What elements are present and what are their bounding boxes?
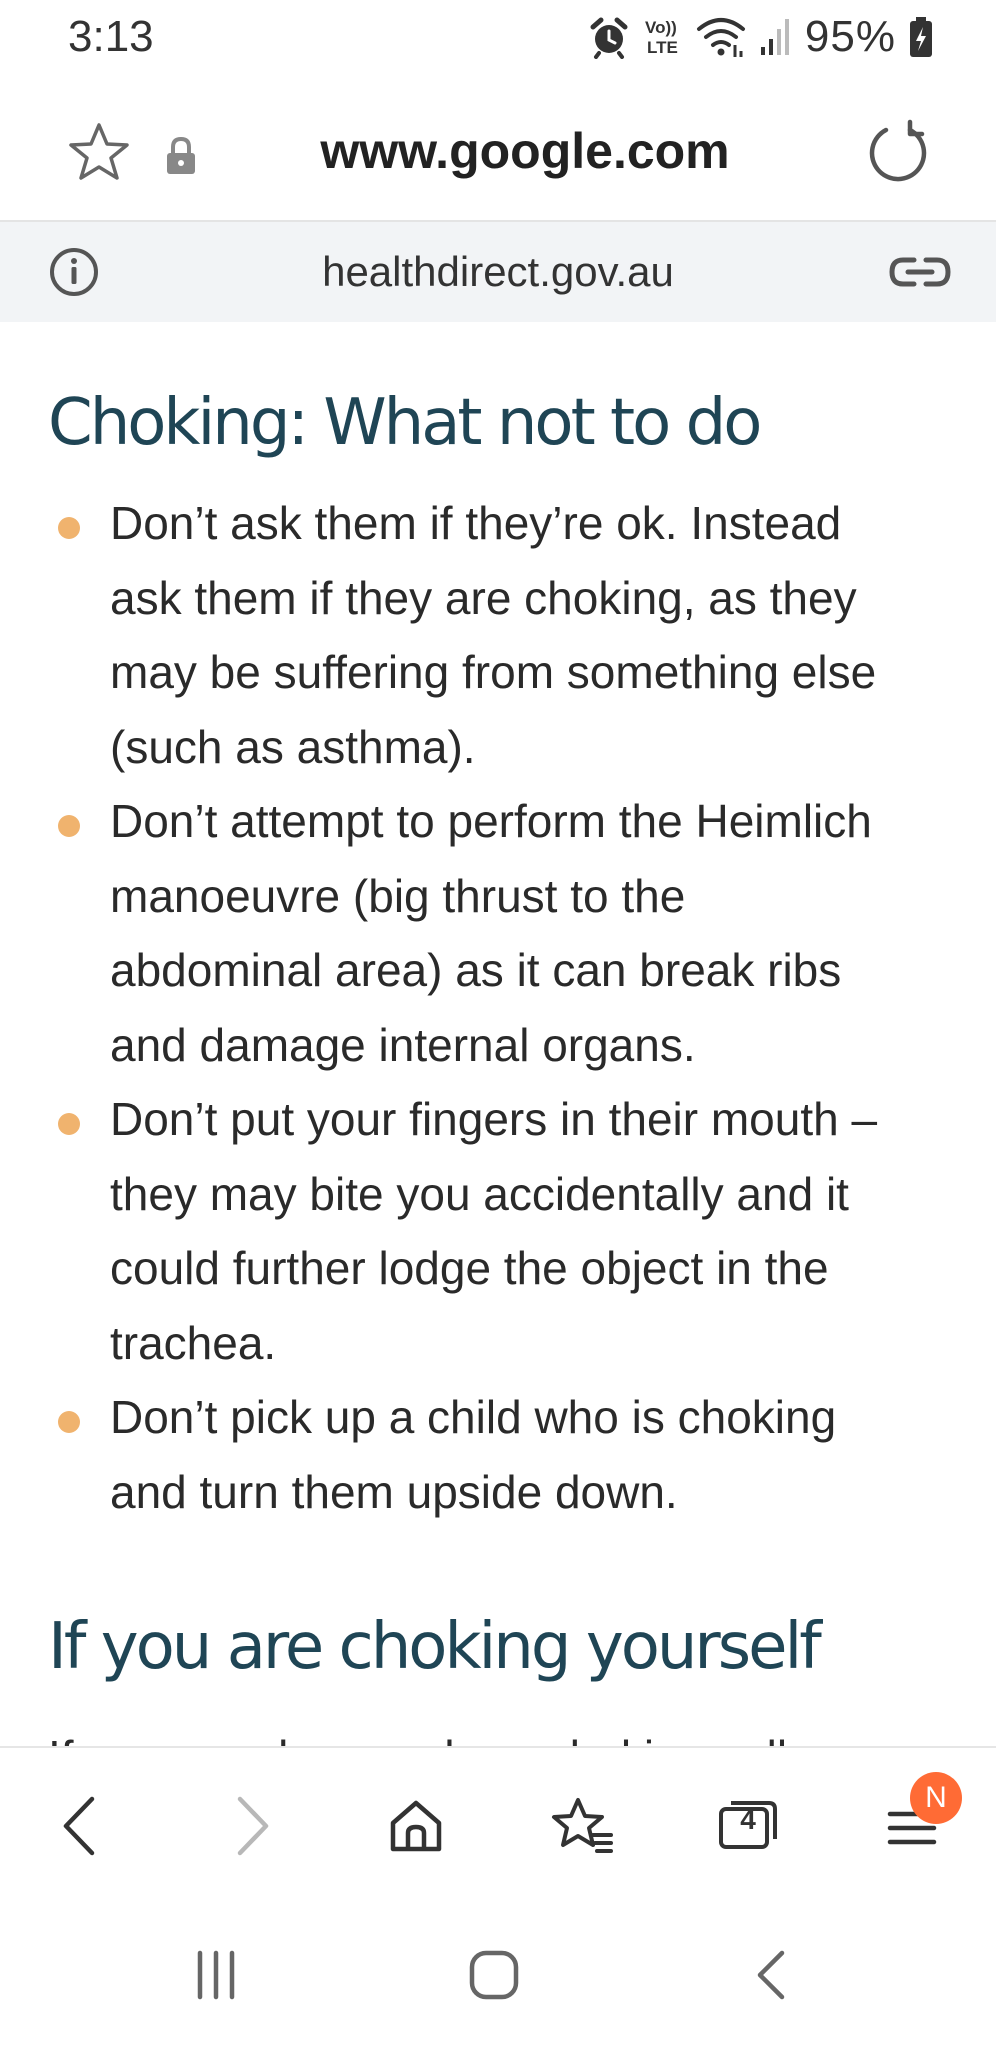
list-item: Don’t ask them if they’re ok. Instead as… xyxy=(0,486,996,784)
list-item-line: and turn them upside down. xyxy=(110,1465,678,1518)
list-item-line: and damage internal organs. xyxy=(110,1018,696,1071)
back-icon[interactable] xyxy=(38,1784,122,1868)
page-content: Choking: What not to do Don’t ask them i… xyxy=(0,322,996,1746)
bullet-list: Don’t ask them if they’re ok. Instead as… xyxy=(0,486,996,1529)
system-back-icon[interactable] xyxy=(732,1940,812,2010)
list-item: Don’t attempt to perform the Heimlich ma… xyxy=(0,784,996,1082)
list-item-line: trachea. xyxy=(110,1316,277,1369)
list-item-line: may be suffering from something else xyxy=(110,646,877,698)
site-domain: healthdirect.gov.au xyxy=(322,248,674,295)
home-icon[interactable] xyxy=(374,1784,458,1868)
bullet-dot xyxy=(58,517,80,539)
address-field[interactable]: www.google.com xyxy=(200,122,850,180)
tabs-count: 4 xyxy=(740,1804,756,1835)
site-info-bar: healthdirect.gov.au xyxy=(0,222,996,322)
volte-icon: Vo)) LTE xyxy=(643,15,683,59)
alarm-icon xyxy=(587,15,631,59)
bullet-dot xyxy=(58,1113,80,1135)
battery-charging-icon xyxy=(908,15,934,59)
list-item-line: they may bite you accidentally and it xyxy=(110,1167,849,1220)
bullet-dot xyxy=(58,815,80,837)
status-time: 3:13 xyxy=(68,12,154,61)
bookmarks-icon[interactable] xyxy=(540,1784,624,1868)
info-icon[interactable] xyxy=(48,246,100,298)
paragraph-text: If you are alone and are choking call xyxy=(48,1730,787,1746)
list-item: Don’t put your fingers in their mouth – … xyxy=(0,1082,996,1380)
section-heading: Choking: What not to do xyxy=(48,386,762,460)
star-icon[interactable] xyxy=(66,120,132,186)
wifi-icon xyxy=(695,15,747,59)
tabs-icon[interactable]: 4 xyxy=(706,1784,790,1868)
reload-icon[interactable] xyxy=(864,118,934,188)
list-item-line: manoeuvre (big thrust to the xyxy=(110,869,686,922)
system-nav-bar xyxy=(0,1896,996,2048)
section-heading-2: If you are choking yourself xyxy=(48,1610,822,1684)
status-icons: Vo)) LTE 95% xyxy=(587,12,934,62)
signal-icon xyxy=(759,15,793,59)
list-item-line: Don’t attempt to perform the Heimlich xyxy=(110,795,872,847)
svg-text:Vo)): Vo)) xyxy=(645,18,677,37)
list-item-line: ask them if they are choking, as they xyxy=(110,571,857,624)
list-item-line: Don’t put your fingers in their mouth – xyxy=(110,1093,878,1145)
forward-icon[interactable] xyxy=(210,1784,294,1868)
list-item: Don’t pick up a child who is choking and… xyxy=(0,1380,996,1529)
notification-badge: N xyxy=(910,1772,962,1824)
svg-text:LTE: LTE xyxy=(647,38,678,57)
list-item-line: abdominal area) as it can break ribs xyxy=(110,944,842,996)
screen: 3:13 Vo)) LTE 95% www.google.com healthd… xyxy=(0,0,996,2048)
status-bar: 3:13 Vo)) LTE 95% xyxy=(0,0,996,76)
browser-toolbar: 4 N xyxy=(0,1746,996,1898)
lock-icon xyxy=(164,136,198,176)
list-item-line: Don’t ask them if they’re ok. Instead xyxy=(110,497,842,549)
list-item-line: Don’t pick up a child who is choking xyxy=(110,1391,837,1443)
recents-icon[interactable] xyxy=(176,1940,256,2010)
url-bar: www.google.com xyxy=(0,100,996,222)
bullet-dot xyxy=(58,1411,80,1433)
list-item-line: (such as asthma). xyxy=(110,720,476,773)
battery-percent: 95% xyxy=(804,12,896,61)
link-icon[interactable] xyxy=(888,252,952,292)
menu-icon[interactable]: N xyxy=(870,1772,962,1868)
system-home-icon[interactable] xyxy=(454,1940,534,2010)
list-item-line: could further lodge the object in the xyxy=(110,1242,829,1294)
